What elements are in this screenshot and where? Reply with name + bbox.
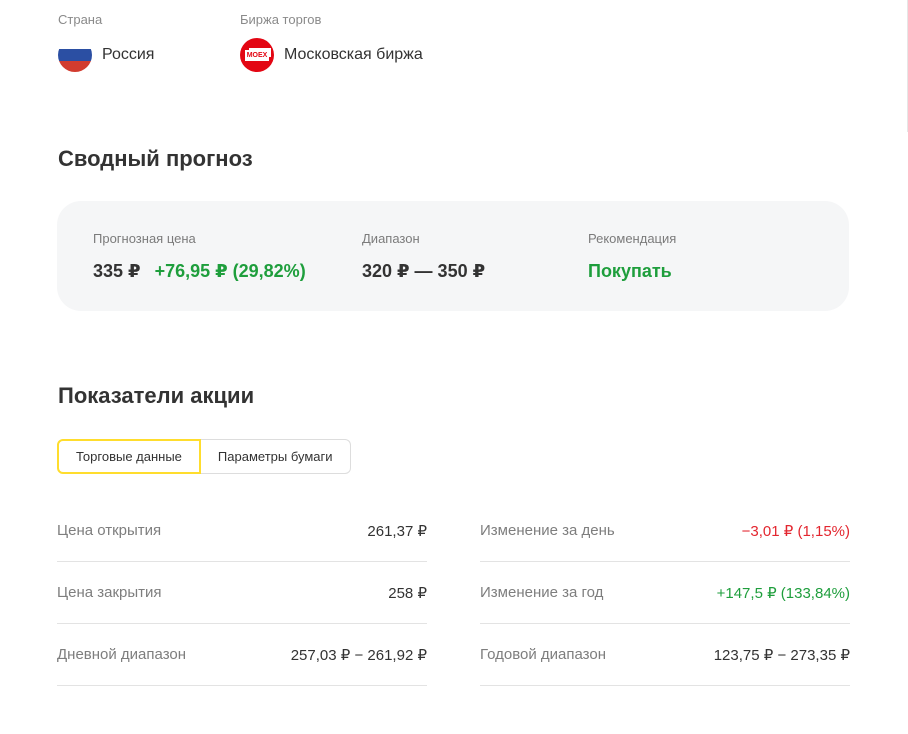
country-value-row: Россия	[58, 38, 240, 72]
moex-logo-text: MOEX	[244, 49, 270, 61]
table-row-day-change: Изменение за день −3,01 ₽ (1,15%)	[480, 500, 850, 562]
stock-meta: Страна Россия Биржа торгов MOEX Московск…	[58, 12, 423, 72]
forecast-recommendation-value: Покупать	[588, 261, 672, 281]
country-value: Россия	[102, 46, 155, 63]
table-row-open-price: Цена открытия 261,37 ₽	[57, 500, 427, 562]
open-price-label: Цена открытия	[57, 522, 162, 539]
year-range-label: Годовой диапазон	[480, 646, 607, 663]
open-price-value: 261,37 ₽	[367, 522, 427, 540]
forecast-range-label: Диапазон	[362, 231, 420, 246]
exchange-value: Московская биржа	[284, 46, 423, 63]
year-range-value: 123,75 ₽ − 273,35 ₽	[713, 646, 850, 664]
forecast-range-value: 320 ₽ — 350 ₽	[362, 261, 486, 281]
trading-data-right-column: Изменение за день −3,01 ₽ (1,15%) Измене…	[480, 500, 850, 686]
forecast-price-row: 335 ₽ +76,95 ₽ (29,82%)	[93, 260, 306, 282]
tab-trading-data[interactable]: Торговые данные	[57, 439, 201, 474]
forecast-title: Сводный прогноз	[58, 146, 253, 171]
table-row-year-change: Изменение за год +147,5 ₽ (133,84%)	[480, 562, 850, 624]
exchange-value-row: MOEX Московская биржа	[240, 38, 423, 72]
indicators-title: Показатели акции	[58, 383, 255, 408]
forecast-price-value: 335 ₽	[93, 261, 141, 281]
exchange-block: Биржа торгов MOEX Московская биржа	[240, 12, 423, 72]
day-change-value: −3,01 ₽ (1,15%)	[741, 522, 850, 540]
year-change-label: Изменение за год	[480, 584, 604, 601]
forecast-price-block: Прогнозная цена 335 ₽ +76,95 ₽ (29,82%)	[93, 231, 306, 282]
tab-security-params[interactable]: Параметры бумаги	[200, 439, 351, 474]
day-change-label: Изменение за день	[480, 522, 615, 539]
forecast-recommendation-label: Рекомендация	[588, 231, 677, 246]
table-row-close-price: Цена закрытия 258 ₽	[57, 562, 427, 624]
trading-data-left-column: Цена открытия 261,37 ₽ Цена закрытия 258…	[57, 500, 427, 686]
year-change-value: +147,5 ₽ (133,84%)	[716, 584, 850, 602]
forecast-price-label: Прогнозная цена	[93, 231, 196, 246]
moex-logo-icon: MOEX	[240, 38, 274, 72]
country-block: Страна Россия	[58, 12, 240, 72]
table-row-day-range: Дневной диапазон 257,03 ₽ − 261,92 ₽	[57, 624, 427, 686]
country-label: Страна	[58, 12, 103, 27]
day-range-label: Дневной диапазон	[57, 646, 187, 663]
day-range-value: 257,03 ₽ − 261,92 ₽	[290, 646, 427, 664]
exchange-label: Биржа торгов	[240, 12, 322, 27]
close-price-value: 258 ₽	[388, 584, 427, 602]
forecast-card: Прогнозная цена 335 ₽ +76,95 ₽ (29,82%) Д…	[57, 201, 849, 311]
forecast-price-change: +76,95 ₽ (29,82%)	[154, 261, 306, 281]
forecast-recommendation-block: Рекомендация Покупать	[588, 231, 676, 282]
table-row-year-range: Годовой диапазон 123,75 ₽ − 273,35 ₽	[480, 624, 850, 686]
forecast-range-block: Диапазон 320 ₽ — 350 ₽	[362, 231, 485, 282]
indicators-tabs: Торговые данные Параметры бумаги	[57, 439, 351, 474]
russia-flag-icon	[58, 38, 92, 72]
close-price-label: Цена закрытия	[57, 584, 162, 601]
